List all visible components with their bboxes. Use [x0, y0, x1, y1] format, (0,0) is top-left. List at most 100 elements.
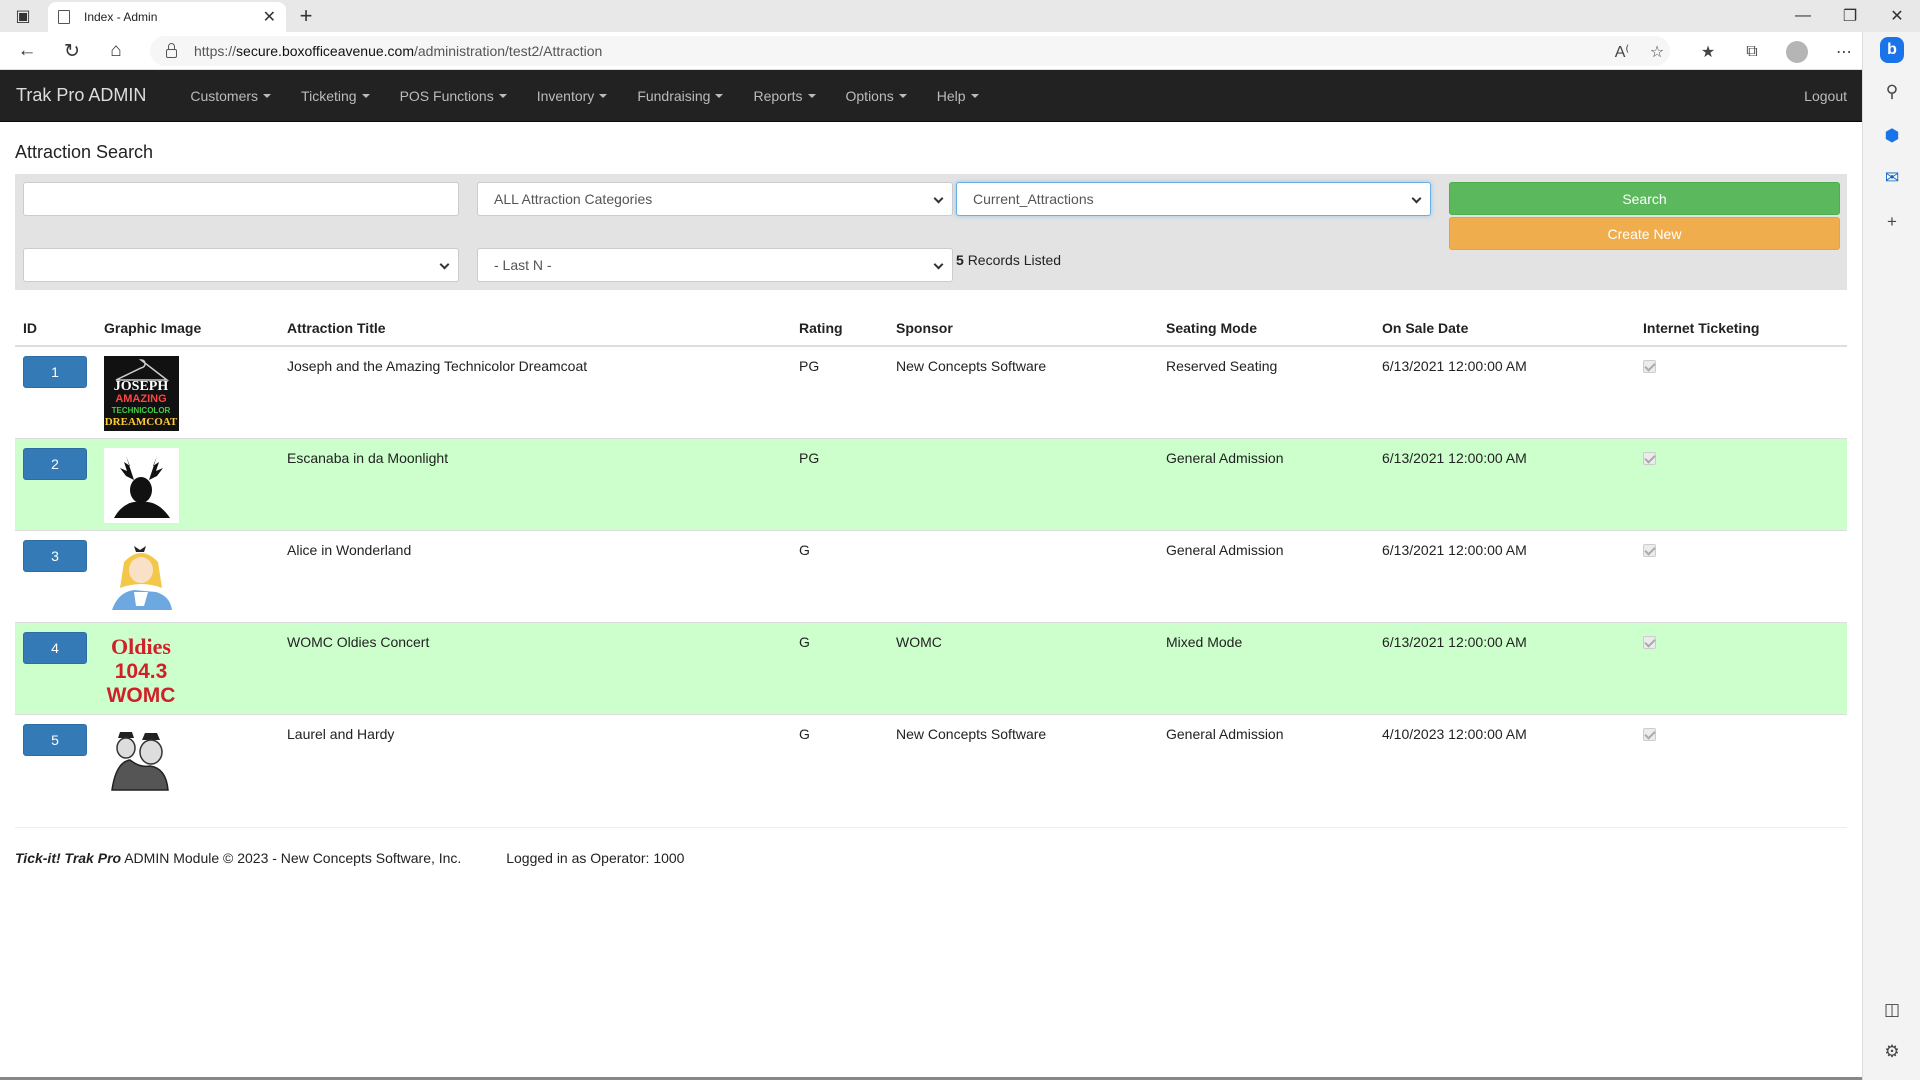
id-button[interactable]: 5 [23, 723, 87, 756]
id-button[interactable]: 3 [23, 539, 87, 572]
bing-chat-icon[interactable]: b [1880, 37, 1904, 63]
add-sidebar-app-icon[interactable]: + [1880, 210, 1904, 234]
filter-select[interactable] [23, 248, 459, 282]
close-window-icon[interactable]: ✕ [1874, 0, 1920, 32]
chevron-down-icon [439, 259, 450, 270]
sponsor [888, 529, 1158, 622]
profile-icon[interactable] [1785, 40, 1809, 64]
minimize-icon[interactable]: — [1780, 0, 1826, 32]
rating: G [791, 621, 888, 714]
url-field[interactable]: https://secure.boxofficeavenue.com/admin… [150, 36, 1670, 66]
page-title: Attraction Search [15, 142, 154, 162]
navbar-brand[interactable]: Trak Pro ADMIN [0, 85, 161, 106]
favorites-icon[interactable]: ★ [1696, 40, 1720, 64]
logout-link[interactable]: Logout [1789, 88, 1862, 104]
sponsor: WOMC [888, 621, 1158, 714]
womc-logo-image[interactable]: Oldies 104.3 WOMC [104, 631, 179, 707]
menu-options[interactable]: Options [831, 70, 922, 122]
footer-divider [15, 827, 1847, 828]
id-button[interactable]: 4 [23, 631, 87, 664]
search-button[interactable]: Search [1449, 182, 1840, 215]
top-navbar: Trak Pro ADMIN Customers Ticketing POS F… [0, 70, 1862, 122]
chevron-down-icon [933, 193, 944, 204]
collections-icon[interactable]: ⧉ [1740, 40, 1764, 64]
header-rating: Rating [791, 310, 888, 347]
menu-fundraising[interactable]: Fundraising [622, 70, 738, 122]
table-row: 2 Escanaba in da Moonlight PG General Ad… [15, 437, 1847, 530]
header-on-sale-date: On Sale Date [1374, 310, 1635, 347]
create-new-button[interactable]: Create New [1449, 217, 1840, 250]
header-graphic-image: Graphic Image [96, 310, 279, 347]
records-count: 5 [956, 252, 964, 268]
last-n-select[interactable]: - Last N - [477, 248, 953, 282]
footer-brandmark: Tick-it! Trak Pro [15, 850, 122, 866]
id-button[interactable]: 2 [23, 447, 87, 480]
back-icon[interactable]: ← [12, 37, 42, 65]
menu-customers[interactable]: Customers [175, 70, 286, 122]
header-id: ID [15, 310, 96, 347]
menu-label: Help [936, 87, 966, 104]
svg-text:DREAMCOAT: DREAMCOAT [105, 416, 178, 428]
attraction-title: Alice in Wonderland [279, 529, 791, 622]
sponsor [888, 437, 1158, 530]
restore-icon[interactable]: ❐ [1827, 0, 1873, 32]
menu-label: Customers [190, 87, 259, 104]
menu-help[interactable]: Help [922, 70, 994, 122]
add-favorite-icon[interactable]: ☆ [1645, 40, 1669, 64]
category-select[interactable]: ALL Attraction Categories [477, 182, 953, 216]
edge-sidebar: b ⚲ ⬢ ✉ + ◫ ⚙ [1862, 32, 1920, 1080]
chevron-down-icon [1411, 193, 1422, 204]
moose-silhouette-image[interactable] [104, 447, 179, 523]
id-button[interactable]: 1 [23, 356, 87, 388]
laurel-hardy-sketch-image[interactable] [104, 723, 179, 799]
joseph-logo-image[interactable]: JOSEPH AMAZING TECHNICOLOR DREAMCOAT [104, 356, 179, 431]
menu-label: Ticketing [301, 87, 357, 104]
seating-mode: General Admission [1158, 713, 1374, 806]
search-icon[interactable]: ⚲ [1880, 80, 1904, 104]
url-path: /administration/test2/Attraction [414, 43, 603, 59]
new-tab-button[interactable]: + [292, 2, 320, 30]
menu-inventory[interactable]: Inventory [522, 70, 623, 122]
home-icon[interactable]: ⌂ [101, 37, 131, 65]
internet-ticketing-checkbox [1643, 360, 1656, 373]
alice-illustration-image[interactable] [104, 539, 179, 615]
tab-actions-icon[interactable]: ▣ [0, 0, 46, 32]
on-sale-date: 6/13/2021 12:00:00 AM [1374, 529, 1635, 622]
header-attraction-title: Attraction Title [279, 310, 791, 347]
settings-icon[interactable]: ⚙ [1880, 1040, 1904, 1064]
attractions-table: ID Graphic Image Attraction Title Rating… [15, 310, 1847, 806]
svg-text:104.3: 104.3 [115, 660, 168, 683]
page-viewport: Trak Pro ADMIN Customers Ticketing POS F… [0, 70, 1862, 1080]
hide-sidebar-icon[interactable]: ◫ [1880, 998, 1904, 1022]
rating: PG [791, 345, 888, 438]
header-seating-mode: Seating Mode [1158, 310, 1374, 347]
sponsor: New Concepts Software [888, 345, 1158, 438]
records-text: Records Listed [967, 252, 1062, 268]
status-selected-value: Current_Attractions [973, 191, 1094, 207]
seating-mode: General Admission [1158, 437, 1374, 530]
footer: Tick-it! Trak Pro ADMIN Module © 2023 - … [15, 850, 684, 866]
seating-mode: Mixed Mode [1158, 621, 1374, 714]
keyword-input[interactable] [23, 182, 459, 216]
menu-ticketing[interactable]: Ticketing [286, 70, 385, 122]
menu-label: POS Functions [399, 87, 494, 104]
table-row: 3 Alice in Wonderland G General Admissio… [15, 529, 1847, 622]
caret-down-icon [263, 93, 272, 98]
refresh-icon[interactable]: ↻ [57, 37, 87, 65]
attraction-title: Joseph and the Amazing Technicolor Dream… [279, 345, 791, 438]
seating-mode: General Admission [1158, 529, 1374, 622]
more-icon[interactable]: ⋯ [1832, 40, 1856, 64]
tab-close-icon[interactable]: ✕ [263, 7, 276, 27]
outlook-icon[interactable]: ✉ [1880, 166, 1904, 190]
rating: PG [791, 437, 888, 530]
read-aloud-icon[interactable]: A⁽ [1610, 40, 1634, 64]
lock-icon [166, 42, 177, 58]
laurel-hardy-sketch-svg [104, 723, 179, 799]
menu-pos-functions[interactable]: POS Functions [385, 70, 522, 122]
svg-text:WOMC: WOMC [107, 684, 176, 707]
on-sale-date: 4/10/2023 12:00:00 AM [1374, 713, 1635, 806]
browser-tab[interactable]: Index - Admin ✕ [48, 2, 286, 32]
menu-reports[interactable]: Reports [738, 70, 830, 122]
office-icon[interactable]: ⬢ [1880, 124, 1904, 148]
attraction-status-select[interactable]: Current_Attractions [956, 182, 1431, 216]
